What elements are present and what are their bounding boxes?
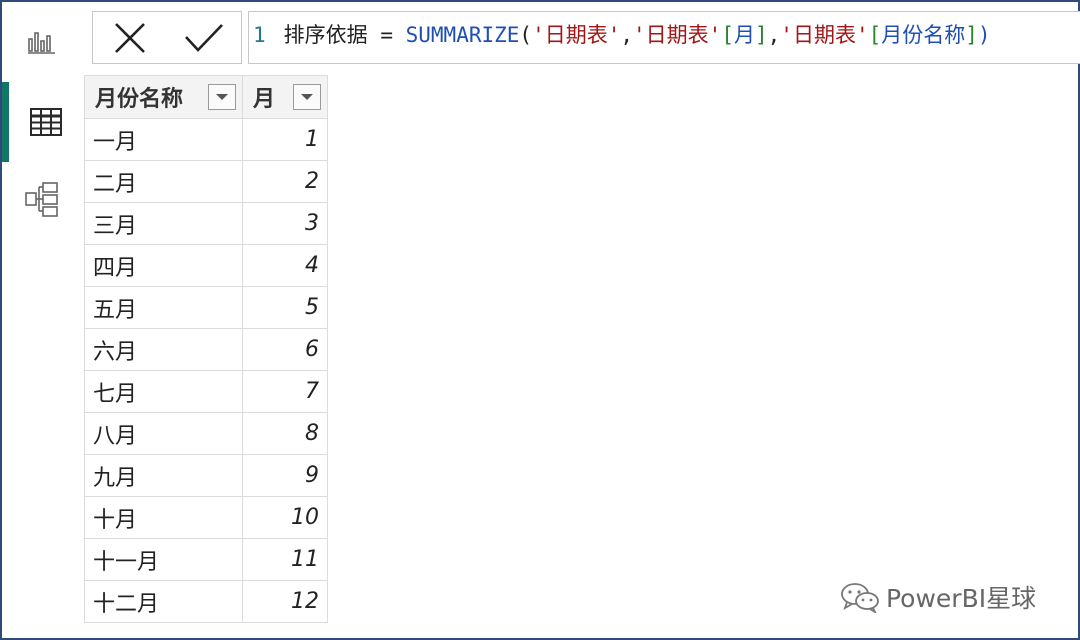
report-view-button[interactable] [2, 2, 82, 82]
app-window: 1 排序依据 = SUMMARIZE('日期表','日期表'[月],'日期表'[月… [0, 0, 1080, 640]
column-ref-3: 月份名称 [881, 23, 966, 47]
cell-month-name[interactable]: 八月 [84, 412, 243, 455]
table-row: 八月 8 [84, 412, 328, 455]
table-row: 四月 4 [84, 244, 328, 287]
cell-month-name[interactable]: 一月 [84, 118, 243, 161]
open-paren: ( [519, 23, 533, 47]
cell-month-number[interactable]: 8 [242, 412, 328, 455]
line-number: 1 [253, 23, 266, 47]
cell-month-name[interactable]: 九月 [84, 454, 243, 497]
cell-month-number[interactable]: 4 [242, 244, 328, 287]
table-row: 十一月 11 [84, 538, 328, 581]
table-row: 十二月 12 [84, 580, 328, 623]
table-view-icon [29, 108, 62, 136]
function-name: SUMMARIZE [405, 23, 520, 47]
cell-month-name[interactable]: 五月 [84, 286, 243, 329]
data-table: 月份名称 月 一月 1 二月 2 三月 3 四月 4 五月 5 六月 6 七月 7 八月 [84, 75, 328, 623]
watermark: PowerBI星球 [840, 577, 1036, 617]
cell-month-name[interactable]: 十二月 [84, 580, 243, 623]
cell-month-number[interactable]: 5 [242, 286, 328, 329]
wechat-icon [841, 583, 879, 613]
filter-dropdown-button[interactable] [293, 84, 321, 110]
bracket-close-3: ] [965, 23, 978, 47]
table-row: 七月 7 [84, 370, 328, 413]
report-view-icon [28, 32, 55, 54]
table-row: 二月 2 [84, 160, 328, 203]
comma-2: , [767, 23, 781, 47]
cell-month-name[interactable]: 七月 [84, 370, 243, 413]
commit-icon [185, 23, 223, 52]
table-row: 六月 6 [84, 328, 328, 371]
cell-month-number[interactable]: 1 [242, 118, 328, 161]
column-header-label: 月 [253, 87, 276, 112]
table-row: 十月 10 [84, 496, 328, 539]
cell-month-number[interactable]: 9 [242, 454, 328, 497]
table-view-button[interactable] [2, 82, 82, 162]
cell-month-number[interactable]: 12 [242, 580, 328, 623]
table-ref-1: '日期表' [532, 23, 621, 47]
column-header-month[interactable]: 月 [242, 75, 328, 119]
cell-month-number[interactable]: 6 [242, 328, 328, 371]
column-ref-2: 月 [733, 23, 755, 47]
cell-month-name[interactable]: 六月 [84, 328, 243, 371]
cancel-icon [115, 22, 145, 53]
cell-month-name[interactable]: 十一月 [84, 538, 243, 581]
filter-dropdown-button[interactable] [208, 84, 236, 110]
formula-action-buttons [92, 11, 242, 64]
chevron-down-icon [301, 94, 313, 100]
bracket-close-2: ] [754, 23, 768, 47]
cell-month-name[interactable]: 三月 [84, 202, 243, 245]
bracket-open-3: [ [868, 23, 882, 47]
model-view-icon [25, 182, 58, 217]
table-ref-2: '日期表' [633, 23, 722, 47]
table-ref-3: '日期表' [780, 23, 869, 47]
cell-month-number[interactable]: 2 [242, 160, 328, 203]
table-row: 九月 9 [84, 454, 328, 497]
view-rail [2, 2, 82, 638]
model-view-button[interactable] [2, 159, 82, 239]
column-header-month-name[interactable]: 月份名称 [84, 75, 243, 119]
table-header-row: 月份名称 月 [84, 75, 328, 119]
table-row: 三月 3 [84, 202, 328, 245]
close-paren: ) [977, 23, 991, 47]
cancel-formula-button[interactable] [102, 15, 158, 61]
cell-month-number[interactable]: 10 [242, 496, 328, 539]
commit-formula-button[interactable] [176, 15, 232, 61]
equals-sign: = [380, 23, 393, 47]
cell-month-name[interactable]: 十月 [84, 496, 243, 539]
table-row: 五月 5 [84, 286, 328, 329]
bracket-open-2: [ [721, 23, 734, 47]
formula-editor[interactable]: 1 排序依据 = SUMMARIZE('日期表','日期表'[月],'日期表'[月… [248, 11, 1080, 64]
cell-month-name[interactable]: 二月 [84, 160, 243, 203]
column-header-label: 月份名称 [95, 87, 184, 112]
chevron-down-icon [216, 94, 228, 100]
cell-month-number[interactable]: 11 [242, 538, 328, 581]
cell-month-number[interactable]: 7 [242, 370, 328, 413]
comma-1: , [620, 23, 634, 47]
measure-name: 排序依据 [283, 23, 368, 47]
cell-month-number[interactable]: 3 [242, 202, 328, 245]
cell-month-name[interactable]: 四月 [84, 244, 243, 287]
table-row: 一月 1 [84, 118, 328, 161]
watermark-text: PowerBI星球 [886, 584, 1037, 613]
